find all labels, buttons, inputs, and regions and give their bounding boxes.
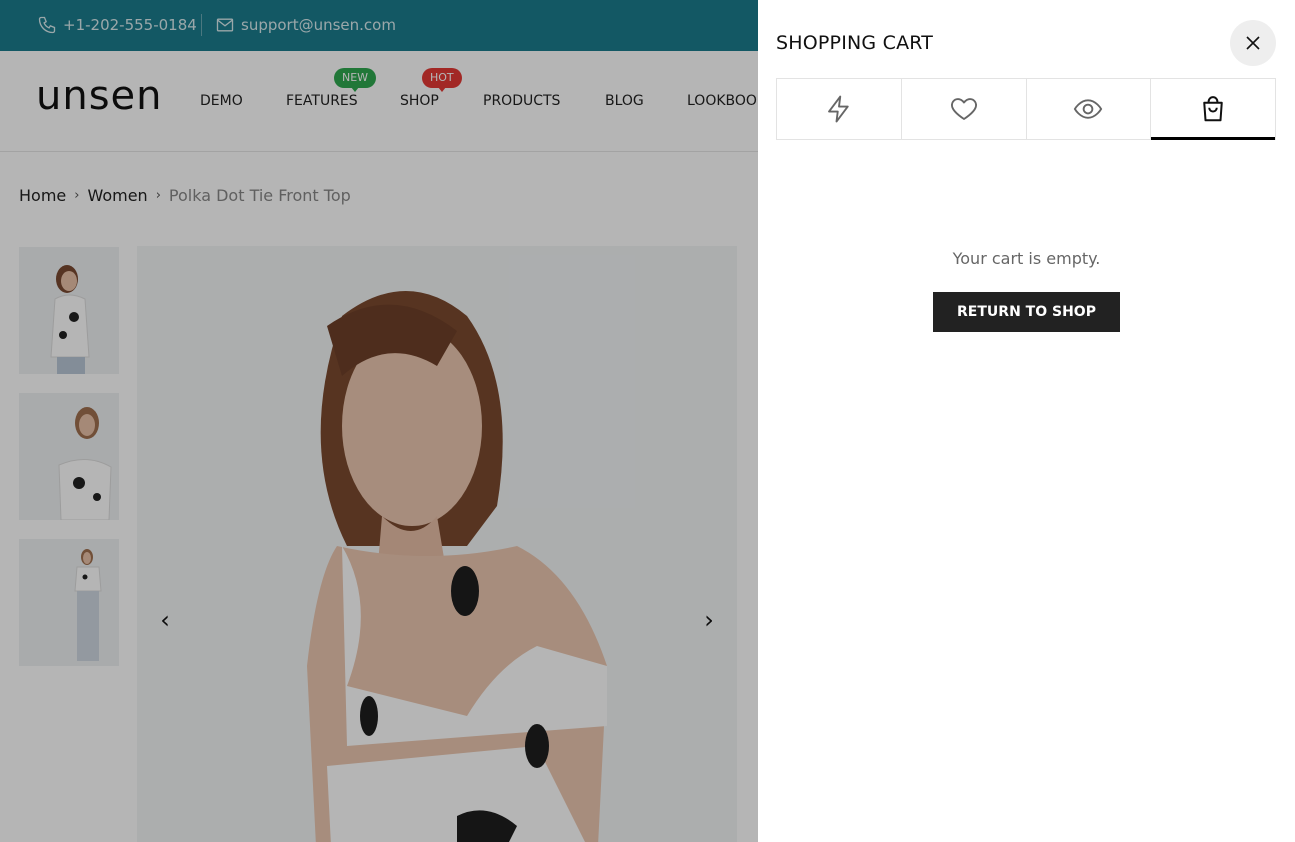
empty-cart-message: Your cart is empty.: [952, 249, 1101, 268]
tab-recently-viewed[interactable]: [1027, 79, 1152, 139]
drawer-title: SHOPPING CART: [776, 32, 934, 54]
cart-drawer: SHOPPING CART Your cart is empty. RETURN…: [758, 0, 1295, 842]
heart-icon: [950, 98, 977, 120]
eye-icon: [1074, 99, 1103, 119]
return-to-shop-button[interactable]: RETURN TO SHOP: [933, 292, 1120, 332]
tab-cart[interactable]: [1151, 79, 1275, 140]
shopping-bag-icon: [1203, 96, 1223, 122]
lightning-icon: [827, 95, 849, 123]
tab-compare[interactable]: [777, 79, 902, 139]
close-button[interactable]: [1230, 20, 1276, 66]
close-icon: [1246, 36, 1260, 50]
tab-wishlist[interactable]: [902, 79, 1027, 139]
drawer-tabs: [776, 78, 1276, 140]
